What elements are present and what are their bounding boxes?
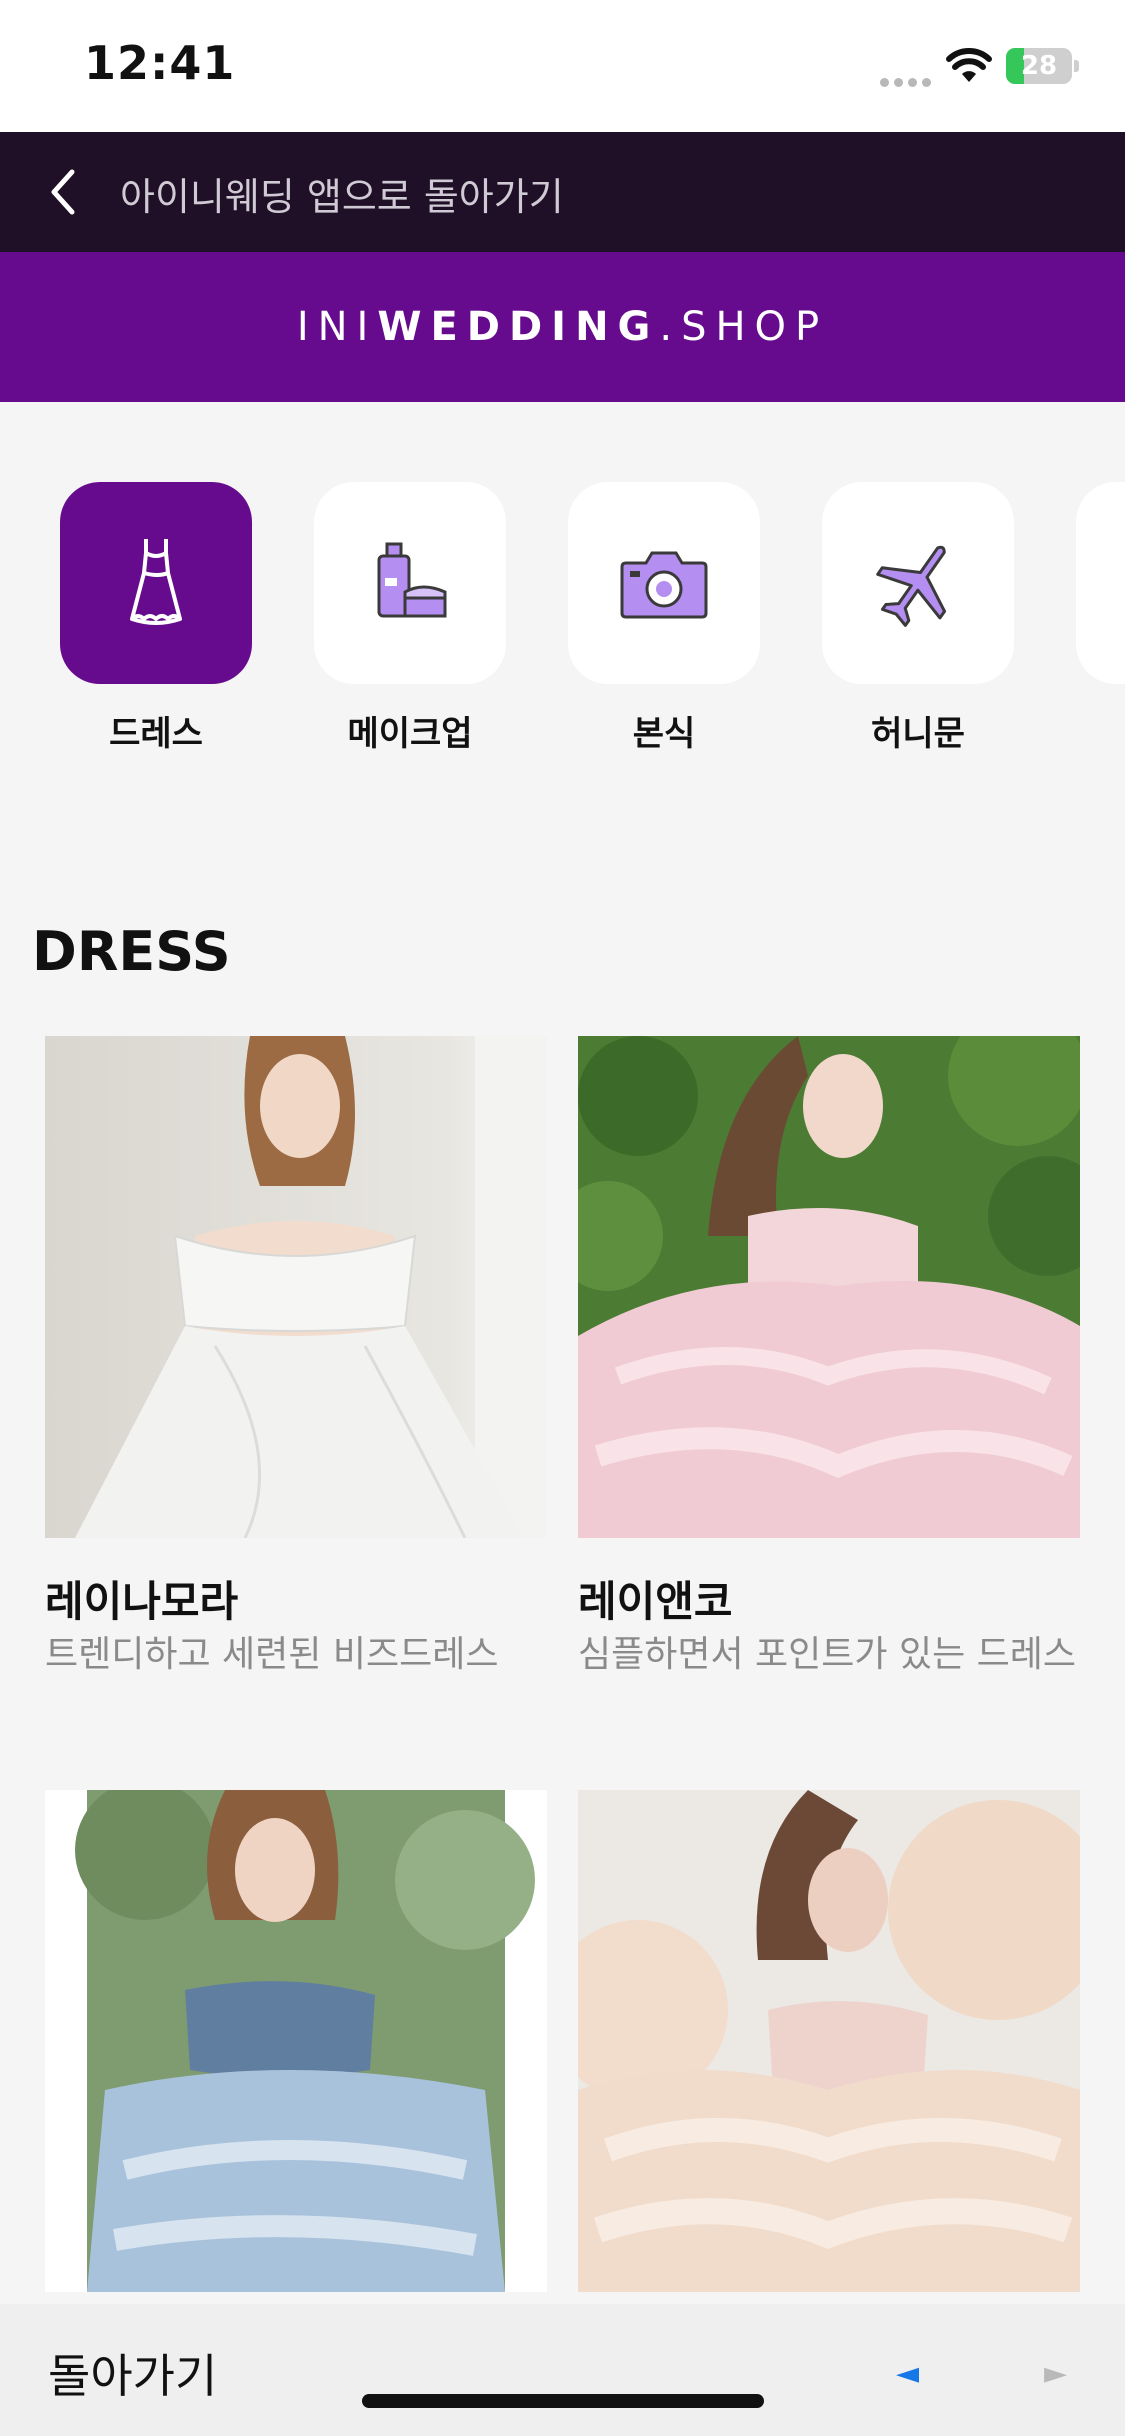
airplane-icon [876, 545, 947, 627]
battery-percent: 28 [1020, 51, 1058, 81]
product-description: 심플하면서 포인트가 있는 드레스 [578, 1634, 1077, 1675]
product-card[interactable]: 레이앤코 심플하면서 포인트가 있는 드레스 [578, 1036, 1080, 1675]
category-tile[interactable] [314, 482, 506, 684]
back-button[interactable]: 돌아가기 [48, 2340, 217, 2406]
category-label: 본식 [632, 714, 696, 754]
home-indicator[interactable] [362, 2394, 764, 2408]
cellular-signal-icon [880, 72, 936, 87]
category-label: 메이크업 [347, 714, 473, 754]
product-card[interactable] [45, 1790, 547, 2322]
status-time: 12:41 [84, 36, 236, 90]
product-image[interactable] [45, 1790, 547, 2292]
product-image[interactable] [45, 1036, 547, 1538]
category-tile[interactable] [568, 482, 760, 684]
wifi-icon [946, 48, 992, 82]
product-name[interactable]: 레이나모라 [45, 1568, 547, 1629]
status-bar: 12:41 28 [0, 0, 1125, 132]
category-tile[interactable] [822, 482, 1014, 684]
brand-logo[interactable]: INIWEDDING.SHOP [0, 252, 1125, 402]
product-card[interactable] [578, 1790, 1080, 2322]
battery-tip [1074, 60, 1079, 72]
category-honeymoon[interactable]: 허니문 [822, 482, 1014, 755]
product-image[interactable] [578, 1036, 1080, 1538]
product-description: 트렌디하고 세련된 비즈드레스 [45, 1634, 499, 1675]
next-arrow-icon[interactable]: ► [1044, 2356, 1067, 2391]
category-more[interactable] [1076, 482, 1125, 684]
category-ceremony[interactable]: 본식 [568, 482, 760, 755]
return-to-app-label[interactable]: 아이니웨딩 앱으로 돌아가기 [120, 166, 564, 221]
brand-logo-suffix: .SHOP [659, 304, 829, 350]
category-label: 허니문 [871, 714, 965, 754]
product-image[interactable] [578, 1790, 1080, 2292]
category-dress[interactable]: 드레스 [60, 482, 252, 755]
return-to-app-bar[interactable]: 아이니웨딩 앱으로 돌아가기 [0, 132, 1125, 252]
category-tile[interactable] [1076, 482, 1125, 684]
brand-logo-bold: WEDDING [377, 304, 660, 350]
camera-icon [620, 551, 708, 619]
product-name[interactable]: 레이앤코 [578, 1568, 1080, 1629]
category-makeup[interactable]: 메이크업 [314, 482, 506, 755]
previous-arrow-icon[interactable]: ◄ [896, 2356, 919, 2391]
product-card[interactable]: 레이나모라 트렌디하고 세련된 비즈드레스 [45, 1036, 547, 1675]
makeup-icon [377, 542, 447, 618]
brand-header: INIWEDDING.SHOP [0, 252, 1125, 402]
category-tile[interactable] [60, 482, 252, 684]
category-label: 드레스 [109, 714, 203, 754]
brand-logo-prefix: INI [296, 304, 378, 350]
section-title: DRESS [32, 920, 231, 983]
battery-icon: 28 [1006, 48, 1072, 84]
chevron-left-icon[interactable] [44, 166, 80, 218]
bottom-toolbar: 돌아가기 ◄ ► [0, 2304, 1125, 2436]
dress-icon [130, 539, 182, 625]
